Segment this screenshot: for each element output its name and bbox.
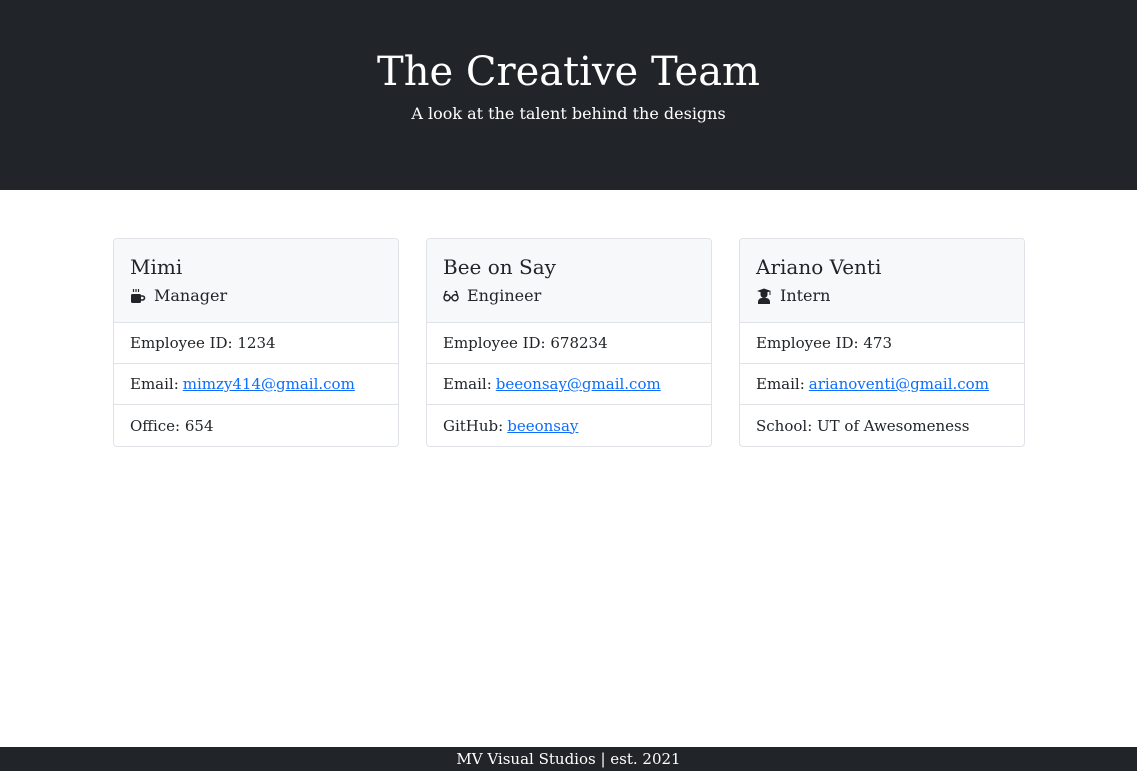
github-label: GitHub:: [443, 416, 504, 435]
role-label: Manager: [154, 286, 228, 305]
team-cards: Mimi Manager Employee ID: 1234 Email: mi…: [113, 238, 1025, 447]
role-label: Engineer: [467, 286, 542, 305]
card-header: Ariano Venti Intern: [740, 239, 1024, 323]
employee-id: Employee ID: 678234: [427, 323, 711, 364]
email-label: Email:: [130, 375, 179, 393]
employee-role: Manager: [130, 285, 382, 307]
hero-banner: The Creative Team A look at the talent b…: [0, 0, 1137, 190]
employee-name: Mimi: [130, 255, 183, 279]
employee-id: Employee ID: 1234: [114, 323, 398, 364]
role-label: Intern: [780, 286, 831, 305]
employee-email-row: Email: arianoventi@gmail.com: [740, 364, 1024, 405]
school-name: School: UT of Awesomeness: [756, 416, 970, 435]
employee-email-row: Email: mimzy414@gmail.com: [114, 364, 398, 405]
mug-icon: [130, 288, 146, 304]
footer: MV Visual Studios | est. 2021: [0, 747, 1137, 771]
employee-card-intern: Ariano Venti Intern Employee ID: 473 Ema…: [739, 238, 1025, 447]
employee-role: Intern: [756, 285, 1008, 307]
email-label: Email:: [443, 375, 492, 393]
email-label: Email:: [756, 375, 805, 393]
email-link[interactable]: arianoventi@gmail.com: [809, 375, 989, 393]
card-header: Mimi Manager: [114, 239, 398, 323]
github-link[interactable]: beeonsay: [507, 417, 578, 435]
page-subtitle: A look at the talent behind the designs: [411, 104, 726, 123]
employee-id: Employee ID: 473: [740, 323, 1024, 364]
employee-name: Ariano Venti: [756, 255, 882, 279]
email-link[interactable]: beeonsay@gmail.com: [496, 375, 661, 393]
employee-card-engineer: Bee on Say Engineer Employee ID: 678234 …: [426, 238, 712, 447]
page-title: The Creative Team: [377, 49, 760, 95]
email-link[interactable]: mimzy414@gmail.com: [183, 375, 355, 393]
employee-card-manager: Mimi Manager Employee ID: 1234 Email: mi…: [113, 238, 399, 447]
github-row: GitHub: beeonsay: [427, 405, 711, 446]
card-header: Bee on Say Engineer: [427, 239, 711, 323]
employee-name: Bee on Say: [443, 255, 556, 279]
glasses-icon: [443, 288, 459, 304]
graduate-icon: [756, 288, 772, 304]
office-number: Office: 654: [130, 416, 214, 435]
page: The Creative Team A look at the talent b…: [0, 0, 1137, 771]
employee-email-row: Email: beeonsay@gmail.com: [427, 364, 711, 405]
employee-role: Engineer: [443, 285, 695, 307]
